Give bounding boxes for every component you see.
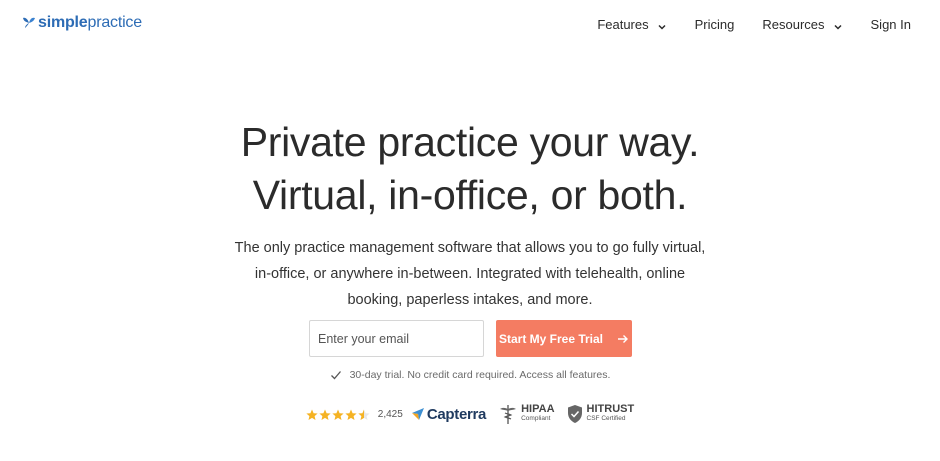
hero-title: Private practice your way. Virtual, in-o… (0, 116, 940, 222)
main-nav: Features Pricing Resources Sign In (597, 17, 911, 32)
start-free-trial-button[interactable]: Start My Free Trial (496, 320, 632, 357)
nav-features[interactable]: Features (597, 17, 666, 32)
star-icon (345, 408, 357, 420)
star-icon (319, 408, 331, 420)
hitrust-main: HITRUST (586, 403, 635, 415)
logo-practice: practice (87, 14, 143, 31)
capterra-badge: Capterra (411, 406, 486, 423)
star-icon (332, 408, 344, 420)
star-half-icon (358, 408, 370, 420)
hitrust-sub: CSF Certified (586, 415, 626, 422)
hitrust-text: HITRUST CSF Certified (587, 404, 635, 424)
hero-subtitle: The only practice management software th… (220, 235, 720, 313)
shield-check-icon (567, 404, 583, 424)
star-icon (306, 408, 318, 420)
site-header: simplepractice Features Pricing Resource… (0, 0, 940, 52)
hipaa-text: HIPAA Compliant (521, 404, 554, 424)
trial-note-text: 30-day trial. No credit card required. A… (349, 369, 611, 381)
chevron-down-icon (833, 20, 843, 30)
start-free-trial-label: Start My Free Trial (498, 331, 604, 346)
arrow-right-icon (617, 333, 629, 345)
checkmark-icon (330, 369, 342, 381)
nav-pricing[interactable]: Pricing (695, 17, 735, 32)
nav-resources-label: Resources (762, 17, 825, 32)
trust-badges: 2,425 Capterra HIPAA Compliant HITRUST C… (0, 403, 940, 425)
trial-note: 30-day trial. No credit card required. A… (0, 369, 940, 381)
nav-resources[interactable]: Resources (762, 17, 842, 32)
hitrust-badge: HITRUST CSF Certified (567, 404, 635, 424)
hipaa-main: HIPAA (521, 403, 555, 415)
capterra-text: Capterra (426, 405, 487, 423)
caduceus-icon (498, 403, 518, 425)
logo-link[interactable]: simplepractice (22, 14, 142, 32)
capterra-logo-icon (411, 407, 425, 421)
hero-title-line1: Private practice your way. (240, 119, 700, 165)
rating-count: 2,425 (377, 408, 403, 420)
email-input[interactable] (309, 320, 484, 357)
chevron-down-icon (657, 20, 667, 30)
page: simplepractice Features Pricing Resource… (0, 0, 940, 461)
hero-subtitle-line3: booking, paperless intakes, and more. (347, 292, 593, 308)
nav-features-label: Features (597, 17, 649, 32)
logo-text: simplepractice (38, 14, 142, 32)
hero-title-line2: Virtual, in-office, or both. (252, 172, 688, 218)
hero-subtitle-line1: The only practice management software th… (234, 240, 706, 256)
nav-sign-in[interactable]: Sign In (871, 17, 911, 32)
logo-simple: simple (38, 14, 88, 31)
hipaa-sub: Compliant (521, 415, 551, 422)
butterfly-icon (22, 16, 36, 30)
nav-pricing-label: Pricing (694, 17, 735, 32)
rating-stars (306, 408, 370, 420)
hipaa-badge: HIPAA Compliant (498, 403, 555, 425)
hero-subtitle-line2: in-office, or anywhere in-between. Integ… (254, 266, 686, 282)
nav-sign-in-label: Sign In (870, 17, 911, 32)
